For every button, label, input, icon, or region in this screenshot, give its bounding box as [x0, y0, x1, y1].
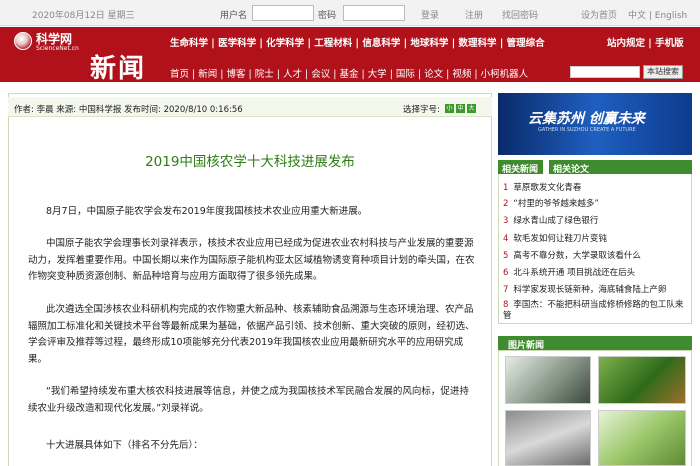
site-search-button[interactable]: 本站搜索 [643, 65, 683, 79]
globe-icon [14, 32, 32, 50]
font-size-label: 选择字号: [403, 105, 440, 115]
list-item[interactable]: 7 科学家发现长链新种，海底辅食陆上产卵 [503, 283, 666, 295]
primary-nav[interactable]: 生命科学 | 医学科学 | 化学科学 | 工程材料 | 信息科学 | 地球科学 … [170, 35, 545, 49]
article-meta: 作者: 李晨 来源: 中国科学报 发布时间: 2020/8/10 0:16:56 [14, 105, 243, 115]
list-item[interactable]: 5 高考不靠分数，大学录取该看什么 [503, 249, 641, 261]
login-link[interactable]: 登录 [421, 8, 439, 21]
secondary-nav[interactable]: 首页 | 新闻 | 博客 | 院士 | 人才 | 会议 | 基金 | 大学 | … [170, 66, 528, 80]
set-home-link[interactable]: 设为首页 [581, 8, 617, 21]
picture-news-header: 图片新闻 [498, 336, 692, 351]
list-item[interactable]: 8 李国杰：不能把科研当成修桥修路的包工队来管 [503, 300, 688, 322]
header-right-links[interactable]: 站内规定 | 手机版 [607, 35, 684, 49]
register-link[interactable]: 注册 [465, 8, 483, 21]
password-label: 密码 [318, 11, 337, 21]
font-size-small[interactable]: 小 [445, 104, 454, 113]
password-input[interactable] [343, 5, 405, 21]
article-paragraph: 此次遴选全国涉核农业科研机构完成的农作物重大新品种、核素辅助食品溯源与生态环境治… [28, 304, 475, 365]
news-photo[interactable] [505, 356, 591, 404]
list-item[interactable]: 4 软毛发如何让鞋刀片变钝 [503, 232, 607, 244]
news-photo[interactable] [598, 356, 686, 404]
news-photo[interactable] [505, 410, 591, 466]
language-switch[interactable]: 中文 | English [628, 8, 687, 21]
article-paragraph: 十大进展具体如下（排名不分先后）： [46, 440, 203, 451]
font-size-medium[interactable]: 中 [456, 104, 465, 113]
list-item[interactable]: 6 北斗系统开通 项目挑战还在后头 [503, 266, 635, 278]
news-photo[interactable] [598, 410, 686, 466]
font-size-large[interactable]: 大 [467, 104, 476, 113]
list-item[interactable]: 1 草原歌发文化青春 [503, 181, 581, 193]
banner-title: 云集苏州 创赢未来 [528, 111, 645, 127]
article-paragraph: 8月7日，中国原子能农学会发布2019年度我国核技术农业应用重大新进展。 [46, 206, 368, 217]
logo-subtext: ScienceNet.cn [36, 45, 79, 52]
section-title: 新闻 [90, 54, 147, 84]
banner-subtitle: GATHER IN SUZHOU CREATE A FUTURE [538, 127, 636, 133]
article-paragraph: 中国原子能农学会理事长刘录祥表示，核技术农业应用已经成为促进农业农村科技与产业发… [28, 238, 475, 282]
find-password-link[interactable]: 找回密码 [502, 8, 538, 21]
list-item[interactable]: 2 “村里的爷爷越来越多” [503, 197, 599, 209]
username-input[interactable] [252, 5, 314, 21]
article-paragraph: “我们希望持续发布重大核农科技进展等信息，并使之成为我国核技术军民融合发展的风向… [28, 386, 469, 414]
site-logo[interactable]: 科学网 ScienceNet.cn [14, 30, 86, 54]
tab-divider [543, 160, 549, 174]
top-bar: 2020年08月12日 星期三 用户名 密码 登录 注册 找回密码 设为首页 中… [0, 0, 700, 26]
site-search-input[interactable] [570, 66, 640, 78]
article-title: 2019中国核农学十大科技进展发布 [145, 154, 355, 170]
date-text: 2020年08月12日 星期三 [32, 11, 135, 21]
username-label: 用户名 [220, 11, 248, 21]
list-item[interactable]: 3 绿水青山成了绿色银行 [503, 214, 598, 226]
ad-banner[interactable]: 云集苏州 创赢未来 GATHER IN SUZHOU CREATE A FUTU… [498, 93, 692, 155]
